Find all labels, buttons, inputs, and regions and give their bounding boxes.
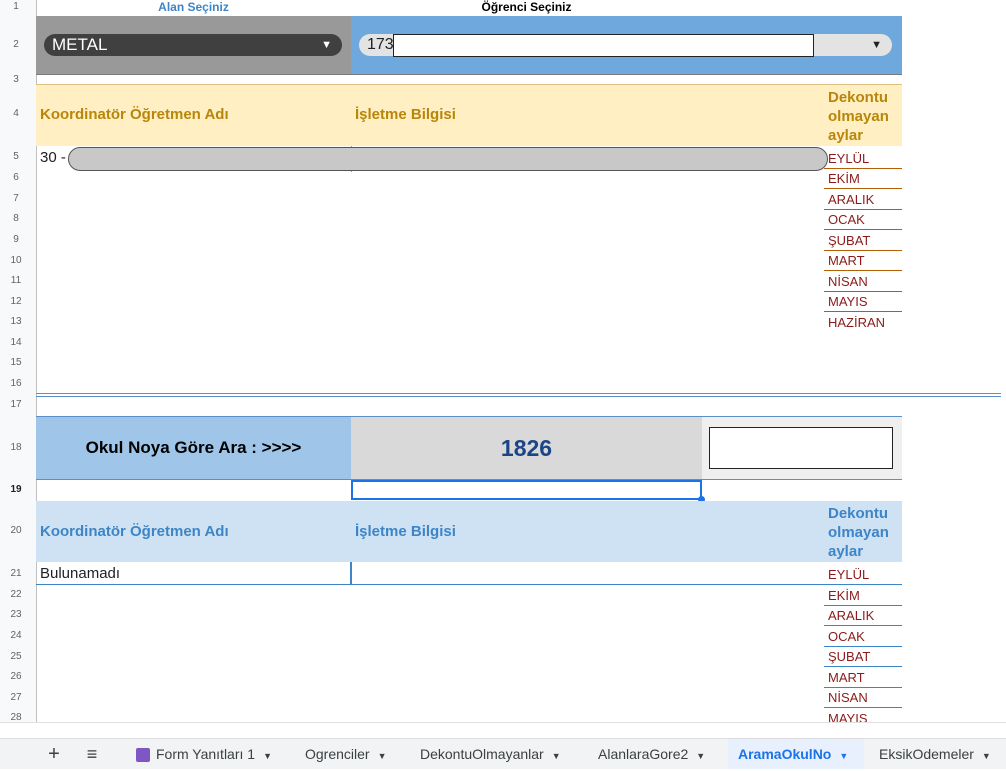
row-number: 12 xyxy=(10,296,22,307)
selected-cell[interactable] xyxy=(351,480,702,500)
row-number: 10 xyxy=(10,255,22,266)
tab-label: AramaOkulNo xyxy=(738,746,832,762)
tab-label: Ogrenciler xyxy=(305,746,370,762)
row-number: 18 xyxy=(10,442,22,453)
row-number: 11 xyxy=(10,275,22,286)
row-number: 23 xyxy=(10,609,22,620)
row-number: 25 xyxy=(10,651,22,662)
row-number: 7 xyxy=(13,193,19,204)
isletme-header: İşletme Bilgisi xyxy=(355,106,456,123)
row-number: 16 xyxy=(10,378,22,389)
tab-dekontu-olmayanlar[interactable]: DekontuOlmayanlar ▼ xyxy=(412,739,569,769)
section-divider xyxy=(36,393,1001,397)
month-item: NİSAN xyxy=(824,273,902,292)
redaction-box xyxy=(393,34,814,57)
month-item: ŞUBAT xyxy=(824,648,902,667)
month-item: EYLÜL xyxy=(824,566,902,585)
row-number: 15 xyxy=(10,357,22,368)
search-input[interactable]: 1826 xyxy=(351,417,702,479)
chevron-down-icon: ▼ xyxy=(839,751,849,761)
alan-dropdown-value: METAL xyxy=(52,35,108,54)
redaction-box xyxy=(709,427,893,469)
search-result: Bulunamadı xyxy=(40,565,121,582)
row-number: 27 xyxy=(10,692,22,703)
tab-label: DekontuOlmayanlar xyxy=(420,746,544,762)
row-number: 19 xyxy=(10,484,22,495)
redaction-pill xyxy=(68,147,828,171)
tab-ogrenciler[interactable]: Ogrenciler ▼ xyxy=(297,739,395,769)
chevron-down-icon: ▼ xyxy=(321,39,332,51)
row-number: 24 xyxy=(10,630,22,641)
month-item: MART xyxy=(824,252,902,271)
chevron-down-icon: ▼ xyxy=(377,751,387,761)
row-number: 1 xyxy=(13,1,19,12)
coord-value: 30 - xyxy=(40,149,66,166)
all-sheets-button[interactable]: ≡ xyxy=(82,739,102,769)
row-number: 13 xyxy=(10,316,22,327)
chevron-down-icon: ▼ xyxy=(263,751,272,761)
month-item: OCAK xyxy=(824,211,902,230)
month-item: ARALIK xyxy=(824,191,902,210)
dekont-header: Dekontu olmayan aylar xyxy=(828,505,889,560)
isletme-header: İşletme Bilgisi xyxy=(355,523,456,540)
row-number: 8 xyxy=(13,213,19,224)
month-item: ŞUBAT xyxy=(824,232,902,251)
row-number: 5 xyxy=(13,151,19,162)
chevron-down-icon: ▼ xyxy=(981,751,991,761)
row-number: 21 xyxy=(10,568,22,579)
cell-border xyxy=(351,584,824,585)
month-item: MAYIS xyxy=(824,293,902,312)
row-number: 20 xyxy=(10,525,22,536)
month-item: HAZİRAN xyxy=(828,315,886,330)
row-number: 9 xyxy=(13,234,19,245)
tab-alanlara-gore2[interactable]: AlanlaraGore2 ▼ xyxy=(590,739,713,769)
row-number: 4 xyxy=(13,108,19,119)
tab-label: Form Yanıtları 1 xyxy=(156,746,256,762)
ogrenci-label: Öğrenci Seçiniz xyxy=(481,0,572,14)
month-item: OCAK xyxy=(824,628,902,647)
alan-dropdown[interactable]: METAL ▼ xyxy=(44,34,342,56)
tab-eksik-odemeler[interactable]: EksikOdemeler ▼ xyxy=(871,739,999,769)
alan-label: Alan Seçiniz xyxy=(158,0,229,14)
coord-header: Koordinatör Öğretmen Adı xyxy=(40,106,229,123)
tab-arama-okul-no[interactable]: AramaOkulNo ▼ xyxy=(728,739,864,769)
cell-border xyxy=(36,584,351,585)
month-item: MAYIS xyxy=(828,711,868,722)
chevron-down-icon: ▼ xyxy=(696,751,706,761)
month-item: EYLÜL xyxy=(824,150,902,169)
ogrenci-dropdown-value: 173 xyxy=(367,36,394,53)
chevron-down-icon: ▼ xyxy=(551,751,561,761)
form-icon xyxy=(136,748,150,763)
tab-label: EksikOdemeler xyxy=(879,746,974,762)
tab-label: AlanlaraGore2 xyxy=(598,746,689,762)
row-number: 6 xyxy=(13,172,19,183)
sheet-tab-bar: + ≡ Form Yanıtları 1 ▼ Ogrenciler ▼ Dekont… xyxy=(0,738,1006,769)
horizontal-scroll-area[interactable] xyxy=(0,722,1006,738)
row-number: 14 xyxy=(10,337,22,348)
month-item: EKİM xyxy=(824,587,902,606)
row-number: 3 xyxy=(13,74,19,85)
chevron-down-icon: ▼ xyxy=(871,39,882,51)
row-number: 22 xyxy=(10,589,22,600)
row-number: 2 xyxy=(13,39,19,50)
add-sheet-button[interactable]: + xyxy=(44,739,64,769)
search-label: Okul Noya Göre Ara : >>>> xyxy=(36,417,351,479)
divider xyxy=(36,74,902,75)
dekont-header: Dekontu olmayan aylar xyxy=(828,89,889,144)
month-item: NİSAN xyxy=(824,689,902,708)
cell-border xyxy=(350,562,352,585)
coord-header: Koordinatör Öğretmen Adı xyxy=(40,523,229,540)
month-item: MART xyxy=(824,669,902,688)
month-item: ARALIK xyxy=(824,607,902,626)
month-item: EKİM xyxy=(824,170,902,189)
row-number: 26 xyxy=(10,671,22,682)
tab-form-yanitlari[interactable]: Form Yanıtları 1 ▼ xyxy=(128,739,280,769)
row-number: 17 xyxy=(10,399,22,410)
